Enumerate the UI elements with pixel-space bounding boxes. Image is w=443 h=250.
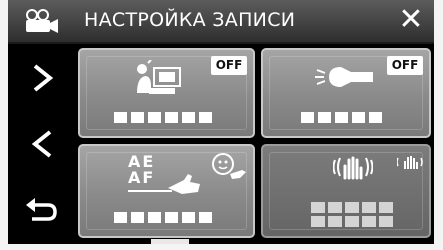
setting-value-placeholder — [114, 212, 212, 223]
touch-ae-af-tile[interactable]: AE AF — [78, 144, 255, 238]
light-icon — [315, 67, 373, 87]
next-page-button[interactable] — [20, 55, 66, 101]
previous-page-button[interactable] — [20, 121, 66, 167]
off-badge: OFF — [211, 56, 247, 75]
header-bar: НАСТРОЙКА ЗАПИСИ ✕ — [8, 0, 434, 44]
image-stabilizer-tile[interactable] — [261, 144, 431, 238]
setting-value-placeholder — [114, 112, 212, 123]
page-title: НАСТРОЙКА ЗАПИСИ — [84, 9, 296, 31]
page-scroll-indicator — [151, 239, 189, 244]
image-stabilizer-icon — [333, 156, 373, 180]
video-camera-icon — [26, 9, 58, 33]
setting-value-placeholder — [311, 202, 396, 227]
off-badge: OFF — [387, 56, 423, 75]
recording-settings-screen: НАСТРОЙКА ЗАПИСИ ✕ OFF OFF AE AF — [8, 0, 434, 244]
return-arrow-icon[interactable] — [20, 188, 66, 234]
light-tile[interactable]: OFF — [261, 48, 431, 138]
backlight-compensation-icon — [137, 60, 181, 94]
face-tracking-icon — [212, 153, 246, 179]
hand-pointer-icon — [168, 174, 200, 194]
close-icon[interactable]: ✕ — [393, 2, 429, 38]
setting-value-placeholder — [301, 112, 382, 123]
backlight-compensation-tile[interactable]: OFF — [78, 48, 255, 138]
image-stabilizer-small-icon — [397, 156, 423, 169]
